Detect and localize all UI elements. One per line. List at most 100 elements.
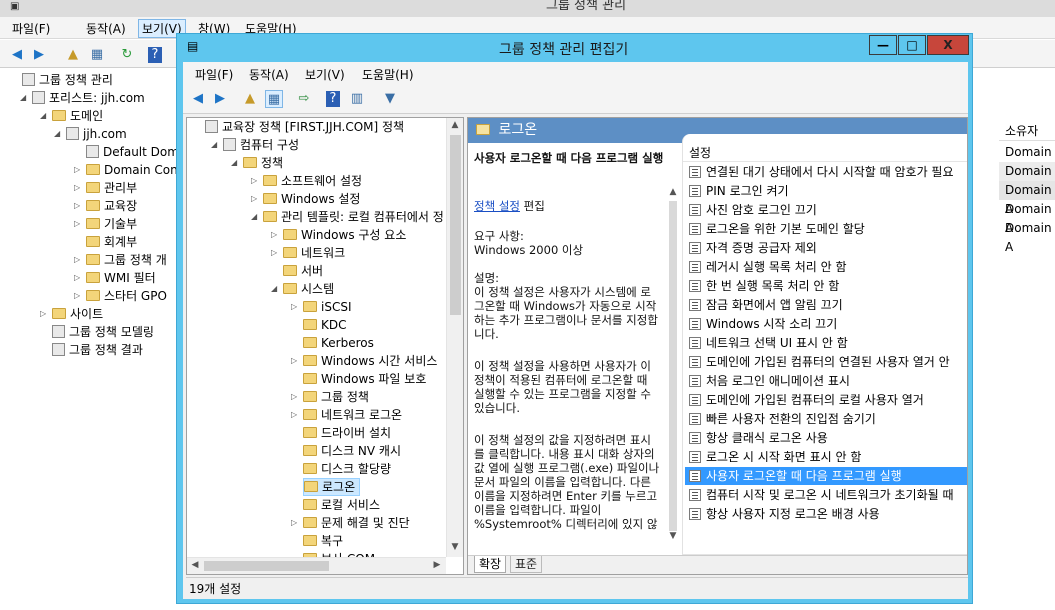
tab-extended[interactable]: 확장 bbox=[474, 556, 507, 573]
collapse-icon[interactable]: ◢ bbox=[40, 107, 46, 125]
setting-row[interactable]: Windows 시작 소리 끄기 bbox=[685, 315, 967, 333]
expand-icon[interactable]: ▷ bbox=[291, 406, 297, 424]
filter-icon[interactable]: ▼ bbox=[381, 90, 399, 108]
forward-icon[interactable]: ▶ bbox=[30, 46, 48, 64]
menu-file[interactable]: 파일(F) bbox=[12, 20, 50, 37]
tree-item[interactable]: KDC bbox=[303, 316, 347, 334]
setting-row[interactable]: 도메인에 가입된 컴퓨터의 로컬 사용자 열거 bbox=[685, 391, 967, 409]
tree-item[interactable]: ◢ 관리 템플릿: 로컬 컴퓨터에서 정 bbox=[251, 208, 444, 226]
tree-item[interactable]: ◢ jjh.com bbox=[54, 125, 127, 143]
setting-row[interactable]: 사진 암호 로그인 끄기 bbox=[685, 201, 967, 219]
tree-item[interactable]: 교육장 정책 [FIRST.JJH.COM] 정책 bbox=[205, 118, 404, 136]
export-icon[interactable]: ⇨ bbox=[295, 90, 313, 108]
show-hide-tree-icon[interactable]: ▦ bbox=[265, 90, 283, 108]
scroll-down-icon[interactable]: ▼ bbox=[447, 542, 463, 552]
tree-item[interactable]: ▷ WMI 필터 bbox=[74, 269, 156, 287]
setting-row[interactable]: 로그온 시 시작 화면 표시 안 함 bbox=[685, 448, 967, 466]
tree-item[interactable]: 그룹 정책 관리 bbox=[22, 71, 113, 89]
menu-view[interactable]: 보기(V) bbox=[305, 66, 345, 83]
expand-icon[interactable]: ▷ bbox=[251, 172, 257, 190]
tree-item[interactable]: ▷ 교육장 bbox=[74, 197, 137, 215]
tree-item[interactable]: ▷ Windows 설정 bbox=[251, 190, 360, 208]
back-icon[interactable]: ◀ bbox=[8, 46, 26, 64]
tree-item[interactable]: ▷ Windows 구성 요소 bbox=[271, 226, 406, 244]
expand-icon[interactable]: ▷ bbox=[291, 298, 297, 316]
expand-icon[interactable]: ▷ bbox=[40, 305, 46, 323]
menu-action[interactable]: 동작(A) bbox=[86, 20, 126, 37]
setting-row[interactable]: 항상 사용자 지정 로그온 배경 사용 bbox=[685, 505, 967, 523]
up-folder-icon[interactable]: ▲ bbox=[64, 46, 82, 64]
forward-icon[interactable]: ▶ bbox=[211, 90, 229, 108]
scroll-left-icon[interactable]: ◀ bbox=[187, 560, 203, 570]
collapse-icon[interactable]: ◢ bbox=[54, 125, 60, 143]
setting-row[interactable]: 연결된 대기 상태에서 다시 시작할 때 암호가 필요 bbox=[685, 163, 967, 181]
up-folder-icon[interactable]: ▲ bbox=[241, 90, 259, 108]
setting-row[interactable]: 잠금 화면에서 앱 알림 끄기 bbox=[685, 296, 967, 314]
owner-column-header[interactable]: 소유자 bbox=[999, 121, 1055, 141]
expand-icon[interactable]: ▷ bbox=[74, 161, 80, 179]
properties-icon[interactable]: ▥ bbox=[348, 90, 366, 108]
tree-item[interactable]: ▷ iSCSI bbox=[291, 298, 352, 316]
scroll-thumb[interactable] bbox=[204, 561, 329, 571]
expand-icon[interactable]: ▷ bbox=[74, 179, 80, 197]
expand-icon[interactable]: ▷ bbox=[74, 269, 80, 287]
scroll-thumb[interactable] bbox=[669, 201, 677, 531]
setting-row[interactable]: 로그온을 위한 기본 도메인 할당 bbox=[685, 220, 967, 238]
setting-row[interactable]: 사용자 로그온할 때 다음 프로그램 실행 bbox=[685, 467, 967, 485]
show-hide-tree-icon[interactable]: ▦ bbox=[88, 46, 106, 64]
expand-icon[interactable]: ▷ bbox=[74, 287, 80, 305]
editor-title-bar[interactable]: ▤ 그룹 정책 관리 편집기 — □ X bbox=[177, 34, 974, 62]
tree-vertical-scrollbar[interactable]: ▲ ▼ bbox=[446, 118, 463, 557]
expand-icon[interactable]: ▷ bbox=[291, 352, 297, 370]
minimize-button[interactable]: — bbox=[869, 35, 897, 55]
setting-row[interactable]: 네트워크 선택 UI 표시 안 함 bbox=[685, 334, 967, 352]
menu-help[interactable]: 도움말(H) bbox=[362, 66, 414, 83]
tree-item[interactable]: ▷ 소프트웨어 설정 bbox=[251, 172, 362, 190]
menu-action[interactable]: 동작(A) bbox=[249, 66, 289, 83]
setting-row[interactable]: 처음 로그인 애니메이션 표시 bbox=[685, 372, 967, 390]
scroll-up-icon[interactable]: ▲ bbox=[665, 187, 681, 197]
collapse-icon[interactable]: ◢ bbox=[231, 154, 237, 172]
collapse-icon[interactable]: ◢ bbox=[271, 280, 277, 298]
tree-item[interactable]: Default Dom bbox=[86, 143, 179, 161]
tree-item[interactable]: 그룹 정책 모델링 bbox=[52, 323, 154, 341]
tree-item[interactable]: ▷ 스타터 GPO bbox=[74, 287, 167, 305]
setting-row[interactable]: 도메인에 가입된 컴퓨터의 연결된 사용자 열거 안 bbox=[685, 353, 967, 371]
menu-file[interactable]: 파일(F) bbox=[195, 66, 233, 83]
tab-standard[interactable]: 표준 bbox=[510, 556, 543, 573]
collapse-icon[interactable]: ◢ bbox=[211, 136, 217, 154]
policy-setting-link[interactable]: 정책 설정 bbox=[474, 199, 520, 213]
expand-icon[interactable]: ▷ bbox=[271, 226, 277, 244]
tree-item[interactable]: Kerberos bbox=[303, 334, 374, 352]
tree-horizontal-scrollbar[interactable]: ◀ ▶ bbox=[187, 557, 446, 574]
help-icon[interactable]: ? bbox=[148, 47, 162, 63]
expand-icon[interactable]: ▷ bbox=[271, 244, 277, 262]
help-icon[interactable]: ? bbox=[326, 91, 340, 107]
expand-icon[interactable]: ▷ bbox=[74, 215, 80, 233]
tree-item[interactable]: 로컬 서비스 bbox=[303, 496, 380, 514]
collapse-icon[interactable]: ◢ bbox=[251, 208, 257, 226]
tree-item[interactable]: ▷ 그룹 정책 bbox=[291, 388, 369, 406]
expand-icon[interactable]: ▷ bbox=[291, 388, 297, 406]
setting-column-header[interactable]: 설정 bbox=[683, 144, 967, 162]
tree-item[interactable]: 그룹 정책 결과 bbox=[52, 341, 143, 359]
tree-item[interactable]: ▷ Domain Con bbox=[74, 161, 178, 179]
tree-item[interactable]: ◢ 도메인 bbox=[40, 107, 103, 125]
tree-item[interactable]: ▷ 네트워크 bbox=[271, 244, 345, 262]
setting-row[interactable]: 레거시 실행 목록 처리 안 함 bbox=[685, 258, 967, 276]
tree-item[interactable]: 드라이버 설치 bbox=[303, 424, 391, 442]
expand-icon[interactable]: ▷ bbox=[291, 514, 297, 532]
tree-item[interactable]: 디스크 NV 캐시 bbox=[303, 442, 401, 460]
tree-item[interactable]: ▷ 문제 해결 및 진단 bbox=[291, 514, 410, 532]
tree-item[interactable]: ◢ 시스템 bbox=[271, 280, 334, 298]
tree-item[interactable]: Windows 파일 보호 bbox=[303, 370, 426, 388]
tree-item[interactable]: ▷ 그룹 정책 개 bbox=[74, 251, 167, 269]
close-button[interactable]: X bbox=[927, 35, 969, 55]
scroll-thumb[interactable] bbox=[450, 135, 461, 315]
setting-row[interactable]: 자격 증명 공급자 제외 bbox=[685, 239, 967, 257]
refresh-icon[interactable]: ↻ bbox=[118, 46, 136, 64]
setting-row[interactable]: PIN 로그인 켜기 bbox=[685, 182, 967, 200]
tree-item[interactable]: ◢ 컴퓨터 구성 bbox=[211, 136, 299, 154]
tree-item[interactable]: ▷ 네트워크 로그온 bbox=[291, 406, 402, 424]
setting-row[interactable]: 항상 클래식 로그온 사용 bbox=[685, 429, 967, 447]
